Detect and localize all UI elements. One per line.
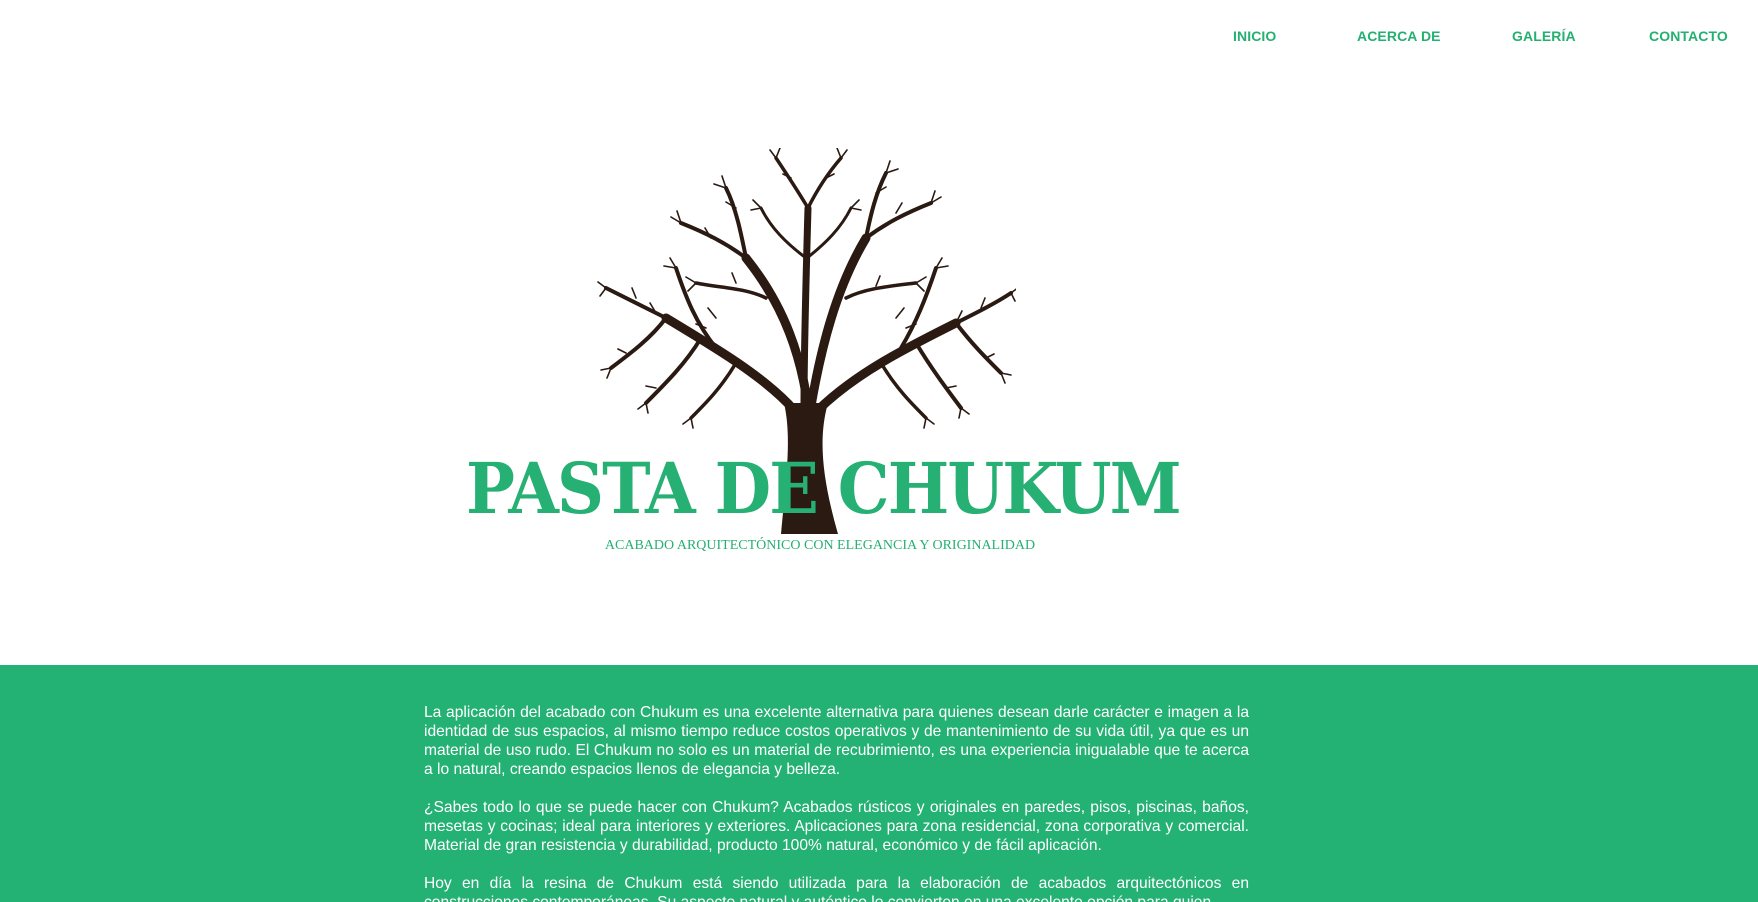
nav-link-inicio[interactable]: INICIO [1233, 28, 1276, 44]
paragraph-1: La aplicación del acabado con Chukum es … [424, 704, 1249, 778]
top-navigation: INICIO ACERCA DE GALERÍA CONTACTO [0, 0, 1758, 72]
paragraph-2: ¿Sabes todo lo que se puede hacer con Ch… [424, 799, 1249, 854]
brand-tagline: ACABADO ARQUITECTÓNICO CON ELEGANCIA Y O… [604, 538, 1036, 553]
description-section: La aplicación del acabado con Chukum es … [0, 665, 1758, 902]
paragraph-3: Hoy en día la resina de Chukum está sien… [424, 875, 1249, 902]
nav-link-acerca-de[interactable]: ACERCA DE [1357, 28, 1441, 44]
page: INICIO ACERCA DE GALERÍA CONTACTO PASTA … [0, 0, 1758, 902]
hero-section: PASTA DE CHUKUM ACABADO ARQUITECTÓNICO C… [0, 72, 1758, 665]
nav-link-galeria[interactable]: GALERÍA [1512, 28, 1576, 44]
description-text: La aplicación del acabado con Chukum es … [424, 703, 1249, 902]
nav-link-contacto[interactable]: CONTACTO [1649, 28, 1728, 44]
brand-title: PASTA DE CHUKUM [466, 447, 1182, 530]
